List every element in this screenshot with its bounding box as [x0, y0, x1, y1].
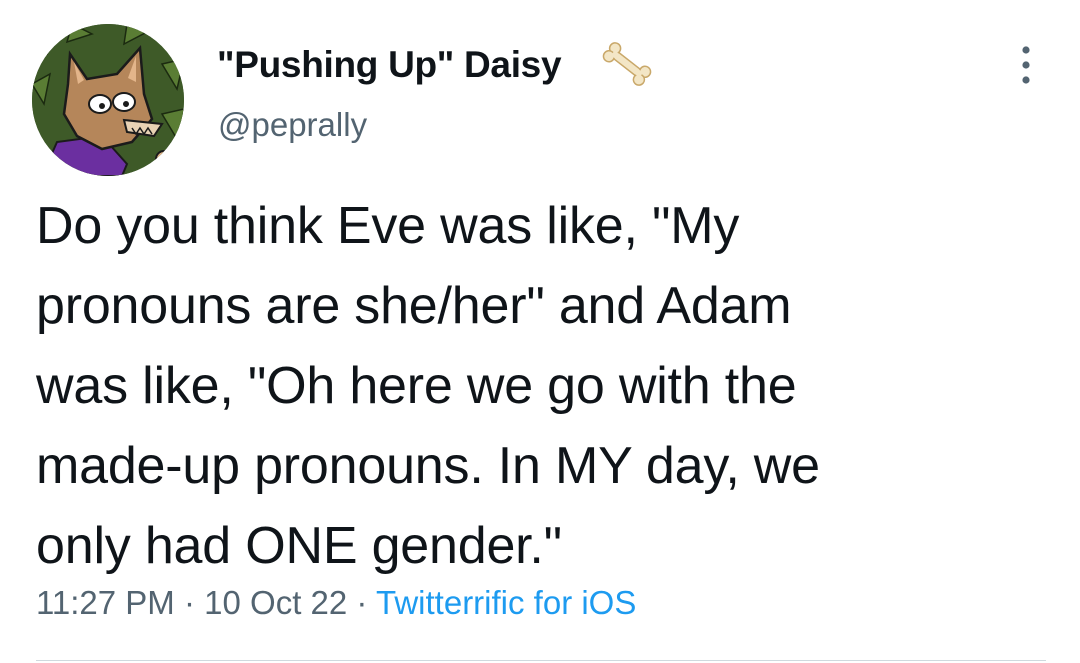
author-display-name[interactable]: "Pushing Up" Daisy — [217, 44, 562, 86]
fox-avatar-icon — [32, 24, 184, 176]
tweet-card: "Pushing Up" Daisy @peprally Do you thin… — [0, 0, 1080, 663]
meta-separator: · — [183, 584, 195, 621]
author-handle[interactable]: @peprally — [218, 106, 367, 144]
tweet-text: Do you think Eve was like, "My pronouns … — [36, 197, 820, 575]
tweet-date[interactable]: 10 Oct 22 — [204, 584, 347, 621]
bone-icon — [602, 42, 652, 86]
tweet-time[interactable]: 11:27 PM — [36, 584, 175, 621]
avatar[interactable] — [32, 24, 184, 176]
tweet-source-link[interactable]: Twitterrific for iOS — [376, 584, 636, 621]
meta-separator: · — [356, 584, 368, 621]
tweet-metadata: 11:27 PM · 10 Oct 22 · Twitterrific for … — [36, 584, 636, 622]
divider — [36, 660, 1046, 661]
three-dots-vertical-icon[interactable] — [1010, 42, 1042, 88]
